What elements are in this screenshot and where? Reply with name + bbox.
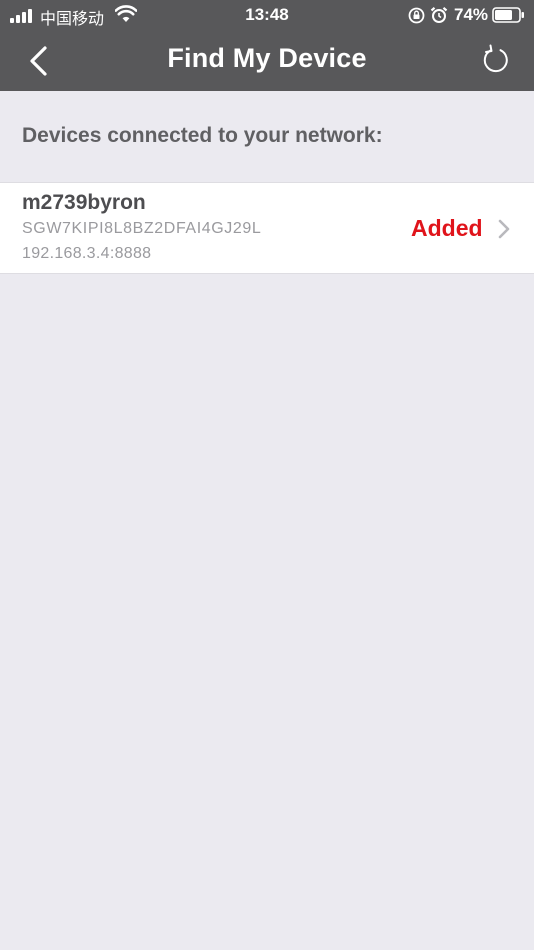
navigation-bar: Find My Device [0, 30, 534, 91]
chevron-right-icon [498, 219, 510, 239]
device-address: 192.168.3.4:8888 [22, 245, 152, 262]
device-status-badge: Added [411, 215, 483, 241]
refresh-button[interactable] [478, 42, 514, 78]
device-serial: SGW7KIPI8L8BZ2DFAI4GJ29L [22, 220, 262, 237]
section-header: Devices connected to your network: [22, 124, 383, 147]
top-bar: 中国移动 13:48 74% Find My Device [0, 0, 534, 91]
alarm-icon [430, 6, 448, 23]
status-bar: 中国移动 13:48 74% [0, 0, 534, 30]
device-list-item[interactable]: m2739byron SGW7KIPI8L8BZ2DFAI4GJ29L 192.… [0, 182, 534, 274]
refresh-icon [483, 44, 508, 73]
rotation-lock-icon [408, 7, 425, 24]
device-name: m2739byron [22, 191, 146, 214]
page-title: Find My Device [167, 43, 367, 73]
battery-icon [492, 7, 524, 23]
battery-percentage: 74% [454, 5, 489, 24]
